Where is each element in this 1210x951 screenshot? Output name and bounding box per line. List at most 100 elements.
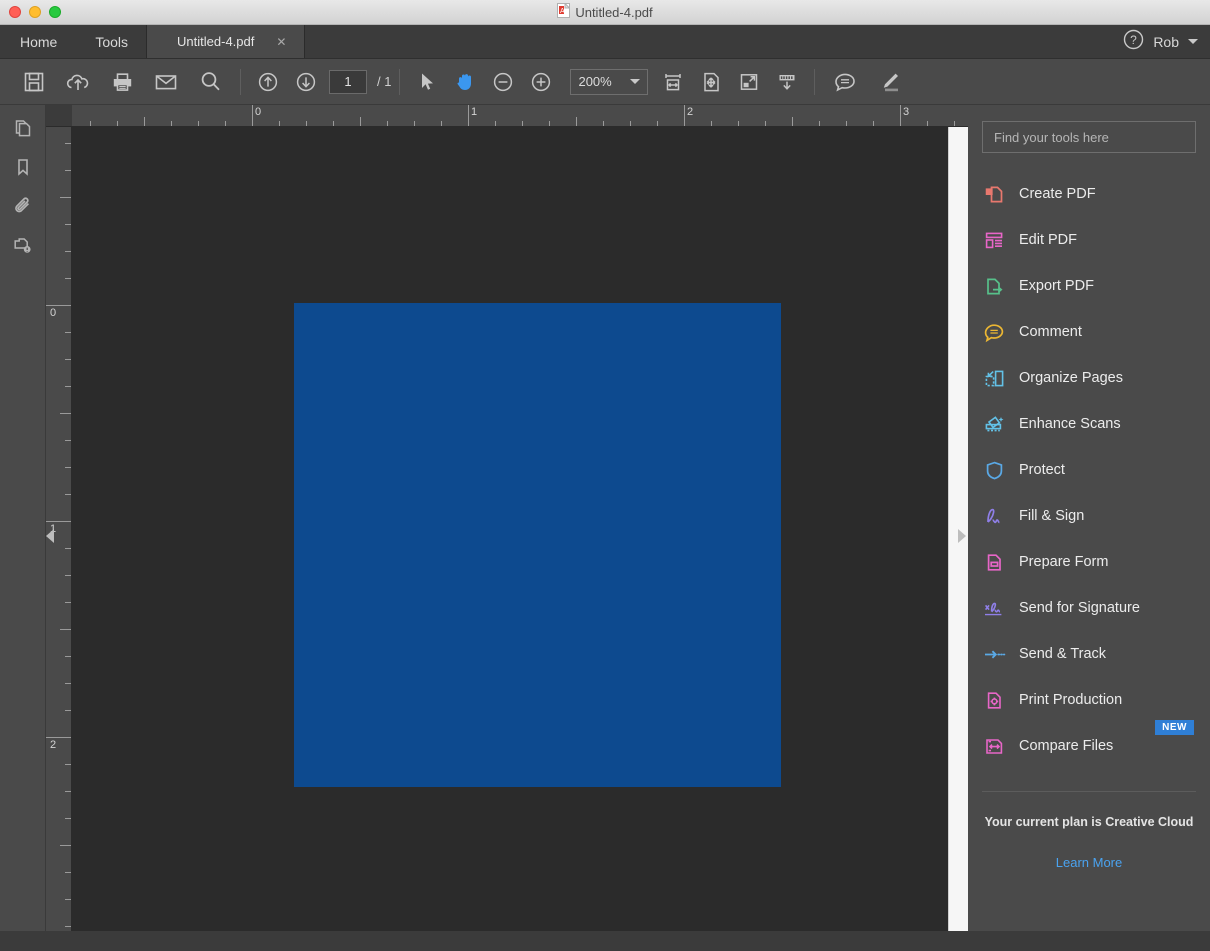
ruler-tick [65,278,71,279]
tool-item-send-and-track[interactable]: Send & Track [982,631,1196,677]
ruler-tick [65,575,71,576]
read-mode-icon[interactable] [768,59,806,105]
left-panel-collapse-handle[interactable] [46,529,54,543]
zoom-level-value: 200% [578,74,612,89]
horizontal-ruler[interactable]: 0 1 2 3 [46,105,968,127]
ruler-tick [65,440,71,441]
previous-page-icon[interactable] [249,59,287,105]
help-circle-icon[interactable]: ? [1123,29,1144,55]
ruler-tick [927,121,928,126]
ruler-tick [144,117,145,126]
menu-item-tools-label: Tools [95,33,129,50]
page-thumbnails-icon[interactable] [8,115,38,141]
document-tab[interactable]: Untitled-4.pdf ✕ [147,25,305,58]
tool-item-edit-pdf[interactable]: Edit PDF [982,217,1196,263]
ruler-tick [65,926,71,927]
ruler-tick [630,121,631,126]
hand-tool-icon[interactable] [446,59,484,105]
tool-item-protect[interactable]: Protect [982,447,1196,493]
email-icon[interactable] [144,59,188,105]
ruler-tick [198,121,199,126]
ruler-tick [60,629,71,630]
ruler-tick [360,117,361,126]
menu-item-home[interactable]: Home [0,25,77,58]
ruler-tick [65,710,71,711]
tool-item-create-pdf[interactable]: Create PDF [982,171,1196,217]
chevron-down-icon[interactable] [630,79,641,84]
zoom-out-icon[interactable] [484,59,522,105]
send-for-signature-icon [982,596,1006,620]
user-name-label[interactable]: Rob [1153,34,1179,50]
ruler-tick [549,121,550,126]
ruler-tick [873,121,874,126]
fit-page-icon[interactable] [692,59,730,105]
ruler-tick [65,548,71,549]
ruler-tick [65,467,71,468]
page-canvas[interactable] [72,127,948,931]
ruler-tick [60,845,71,846]
tools-panel: Find your tools here Create PDF Edit PDF… [968,105,1210,931]
ruler-tick [711,121,712,126]
menu-bar-right-group: ? Rob [1123,25,1210,58]
signatures-icon[interactable] [8,232,38,258]
zoom-selection-icon[interactable] [730,59,768,105]
tool-item-print-production[interactable]: Print Production [982,677,1196,723]
search-icon[interactable] [188,59,232,105]
chevron-down-icon[interactable] [1188,39,1198,44]
menu-item-tools[interactable]: Tools [77,25,146,58]
tool-item-send-for-signature[interactable]: Send for Signature [982,585,1196,631]
ruler-tick [414,121,415,126]
tool-label: Organize Pages [1019,370,1123,386]
tool-item-compare-files[interactable]: NEW Compare Files [982,720,1196,769]
create-pdf-icon [982,182,1006,206]
ruler-tick [46,305,71,306]
tools-search-input[interactable]: Find your tools here [982,121,1196,153]
tool-item-enhance-scans[interactable]: Enhance Scans [982,401,1196,447]
next-page-icon[interactable] [287,59,325,105]
tool-item-fill-and-sign[interactable]: Fill & Sign [982,493,1196,539]
tool-item-organize-pages[interactable]: Organize Pages [982,355,1196,401]
pdf-file-icon: A [557,2,572,21]
ruler-label: 2 [50,739,57,751]
pdf-page-content[interactable] [294,303,781,787]
window-title-text: Untitled-4.pdf [575,4,653,20]
right-panel-collapse-handle[interactable] [958,529,966,543]
comment-bubble-icon[interactable] [823,59,867,105]
menu-item-home-label: Home [20,33,58,50]
ruler-tick [279,121,280,126]
learn-more-link[interactable]: Learn More [982,855,1196,870]
tool-item-export-pdf[interactable]: Export PDF [982,263,1196,309]
fit-width-icon[interactable] [654,59,692,105]
ruler-tick [90,121,91,126]
tool-label: Export PDF [1019,278,1094,294]
ruler-tick [576,117,577,126]
tool-label: Create PDF [1019,186,1096,202]
ruler-tick [603,121,604,126]
tool-item-prepare-form[interactable]: Prepare Form [982,539,1196,585]
plan-status-text: Your current plan is Creative Cloud [984,815,1194,829]
close-icon[interactable]: ✕ [276,35,286,49]
tool-label: Enhance Scans [1019,416,1121,432]
organize-pages-icon [982,366,1006,390]
ruler-tick [65,170,71,171]
select-cursor-icon[interactable] [408,59,446,105]
save-icon[interactable] [12,59,56,105]
ruler-tick [65,143,71,144]
page-number-input[interactable]: 1 [329,69,367,94]
enhance-scans-icon [982,412,1006,436]
ruler-tick [954,121,955,126]
main-toolbar: 1 / 1 200% [0,59,1210,105]
zoom-in-icon[interactable] [522,59,560,105]
tool-item-comment[interactable]: Comment [982,309,1196,355]
print-production-icon [982,688,1006,712]
bookmarks-icon[interactable] [8,154,38,180]
window-title-bar: A Untitled-4.pdf [0,0,1210,25]
print-icon[interactable] [100,59,144,105]
vertical-scrollbar[interactable] [948,127,968,931]
toolbar-divider-2 [399,68,401,95]
attachments-icon[interactable] [8,193,38,219]
ruler-label: 3 [903,106,910,118]
save-to-cloud-icon[interactable] [56,59,100,105]
highlighter-pen-icon[interactable] [867,59,911,105]
zoom-level-dropdown[interactable]: 200% [570,68,649,95]
